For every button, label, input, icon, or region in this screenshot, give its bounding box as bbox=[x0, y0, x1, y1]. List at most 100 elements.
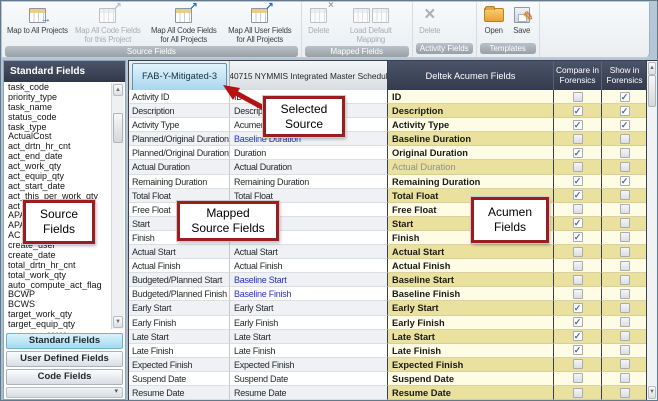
compare-checkbox[interactable]: ✓ bbox=[573, 218, 583, 228]
scroll-down-icon[interactable]: ▼ bbox=[113, 316, 123, 328]
tab-standard-fields[interactable]: Standard Fields bbox=[6, 333, 123, 349]
source-field-item[interactable]: task_name bbox=[5, 103, 111, 113]
compare-checkbox[interactable] bbox=[573, 247, 583, 257]
source-field-item[interactable]: auto_compute_act_flag bbox=[5, 281, 111, 291]
mapping-row[interactable]: Budgeted/Planned FinishBaseline FinishBa… bbox=[129, 287, 647, 301]
show-checkbox[interactable] bbox=[620, 317, 630, 327]
show-checkbox[interactable] bbox=[620, 359, 630, 369]
show-checkbox[interactable] bbox=[620, 162, 630, 172]
compare-checkbox[interactable] bbox=[573, 275, 583, 285]
compare-checkbox[interactable] bbox=[573, 289, 583, 299]
grid-scrollbar[interactable]: ▲ ▼ bbox=[646, 61, 657, 400]
mapping-row[interactable]: Actual StartActual StartActual Start bbox=[129, 245, 647, 259]
compare-checkbox[interactable] bbox=[573, 92, 583, 102]
panel-collapse-bar[interactable]: ▾ bbox=[6, 387, 123, 398]
compare-checkbox[interactable]: ✓ bbox=[573, 190, 583, 200]
mapping-row[interactable]: Late FinishLate FinishLate Finish✓ bbox=[129, 344, 647, 358]
ribbon-group-buttons[interactable]: Open✎Save bbox=[478, 2, 538, 42]
source-field-item[interactable]: act_equip_qty bbox=[5, 172, 111, 182]
mapping-row[interactable]: Actual FinishActual FinishActual Finish bbox=[129, 259, 647, 273]
source-field-item[interactable]: total_work_qty bbox=[5, 271, 111, 281]
tab-user-defined-fields[interactable]: User Defined Fields bbox=[6, 351, 123, 367]
mapping-row[interactable]: DescriptionDescriptionDescription✓✓ bbox=[129, 104, 647, 118]
mapping-row[interactable]: Planned/Original DurationDurationOrigina… bbox=[129, 146, 647, 160]
scrollbar-thumb[interactable] bbox=[113, 113, 123, 143]
map-all-code-fields-for-all-projects-button[interactable]: ↗Map All Code Fields for All Projects bbox=[146, 3, 222, 45]
scroll-up-icon[interactable]: ▲ bbox=[113, 84, 123, 96]
compare-checkbox[interactable]: ✓ bbox=[573, 232, 583, 242]
mapped-column-header[interactable]: 040715 NYMMIS Integrated Master Schedule bbox=[230, 61, 388, 90]
mapping-row[interactable]: Suspend DateSuspend DateSuspend Date bbox=[129, 372, 647, 386]
compare-checkbox[interactable] bbox=[573, 204, 583, 214]
ribbon-group[interactable]: Open✎SaveTemplates bbox=[477, 2, 540, 57]
ribbon-group-buttons[interactable]: ×Delete bbox=[414, 2, 475, 42]
ribbon-group[interactable]: ×DeleteLoad Default MappingMapped Fields bbox=[302, 2, 413, 57]
show-checkbox[interactable]: ✓ bbox=[620, 92, 630, 102]
show-checkbox[interactable]: ✓ bbox=[620, 120, 630, 130]
show-checkbox[interactable]: ✓ bbox=[620, 176, 630, 186]
source-field-item[interactable]: task_type bbox=[5, 123, 111, 133]
compare-checkbox[interactable]: ✓ bbox=[573, 345, 583, 355]
compare-checkbox[interactable]: ✓ bbox=[573, 176, 583, 186]
ribbon-group[interactable]: →Map to All Projects ↗Map All Code Fields… bbox=[2, 2, 302, 57]
show-checkbox[interactable] bbox=[620, 247, 630, 257]
source-field-item[interactable]: total_drtn_hr_cnt bbox=[5, 261, 111, 271]
source-field-item[interactable]: target_work_qty bbox=[5, 310, 111, 320]
source-field-item[interactable]: task_code bbox=[5, 83, 111, 93]
mapping-row[interactable]: Early FinishEarly FinishEarly Finish✓ bbox=[129, 316, 647, 330]
field-list-scrollbar[interactable]: ▲ ▼ bbox=[111, 83, 124, 329]
mapping-row[interactable]: Activity TypeAcumen Activity TypeActivit… bbox=[129, 118, 647, 132]
ribbon-group[interactable]: ×DeleteActivity Fields bbox=[413, 2, 477, 57]
show-checkbox[interactable] bbox=[620, 303, 630, 313]
mapping-row[interactable]: Late StartLate StartLate Start✓ bbox=[129, 330, 647, 344]
save-button[interactable]: ✎Save bbox=[508, 3, 536, 42]
show-checkbox[interactable] bbox=[620, 204, 630, 214]
source-field-item[interactable]: ActualCost bbox=[5, 132, 111, 142]
source-field-item[interactable]: act_end_date bbox=[5, 152, 111, 162]
source-field-item[interactable]: act_start_date bbox=[5, 182, 111, 192]
source-field-item[interactable]: priority_type bbox=[5, 93, 111, 103]
compare-checkbox[interactable]: ✓ bbox=[573, 106, 583, 116]
show-checkbox[interactable] bbox=[620, 275, 630, 285]
source-field-item[interactable]: BCWP bbox=[5, 290, 111, 300]
show-checkbox[interactable] bbox=[620, 289, 630, 299]
compare-checkbox[interactable] bbox=[573, 373, 583, 383]
compare-checkbox[interactable]: ✓ bbox=[573, 331, 583, 341]
show-checkbox[interactable]: ✓ bbox=[620, 106, 630, 116]
mapping-row[interactable]: Expected FinishExpected FinishExpected F… bbox=[129, 358, 647, 372]
mapping-row[interactable]: Activity IDIDID✓ bbox=[129, 90, 647, 104]
show-checkbox[interactable] bbox=[620, 134, 630, 144]
mapping-row[interactable]: Planned/Original DurationBaseline Durati… bbox=[129, 132, 647, 146]
ribbon-group-buttons[interactable]: ×DeleteLoad Default Mapping bbox=[303, 2, 411, 45]
source-field-item[interactable]: status_code bbox=[5, 113, 111, 123]
show-checkbox[interactable] bbox=[620, 148, 630, 158]
compare-checkbox[interactable]: ✓ bbox=[573, 317, 583, 327]
source-field-item[interactable]: act_work_qty bbox=[5, 162, 111, 172]
compare-checkbox[interactable]: ✓ bbox=[573, 303, 583, 313]
compare-checkbox[interactable] bbox=[573, 162, 583, 172]
compare-checkbox[interactable] bbox=[573, 261, 583, 271]
show-checkbox[interactable] bbox=[620, 331, 630, 341]
mapping-row[interactable]: Resume DateResume DateResume Date bbox=[129, 386, 647, 400]
tab-code-fields[interactable]: Code Fields bbox=[6, 369, 123, 385]
mapping-row[interactable]: Actual DurationActual DurationActual Dur… bbox=[129, 160, 647, 174]
open-button[interactable]: Open bbox=[480, 3, 508, 42]
ribbon-group-buttons[interactable]: →Map to All Projects ↗Map All Code Fields… bbox=[3, 2, 300, 45]
show-checkbox[interactable] bbox=[620, 388, 630, 398]
source-field-item[interactable]: create_date bbox=[5, 251, 111, 261]
scroll-up-icon[interactable]: ▲ bbox=[648, 62, 656, 75]
show-checkbox[interactable] bbox=[620, 218, 630, 228]
source-field-item[interactable]: BCWS bbox=[5, 300, 111, 310]
show-checkbox[interactable] bbox=[620, 345, 630, 355]
scroll-down-icon[interactable]: ▼ bbox=[648, 386, 656, 399]
show-checkbox[interactable] bbox=[620, 232, 630, 242]
source-field-item[interactable]: act_drtn_hr_cnt bbox=[5, 142, 111, 152]
compare-checkbox[interactable] bbox=[573, 134, 583, 144]
map-all-user-fields-for-all-projects-button[interactable]: ↗Map All User Fields for All Projects bbox=[222, 3, 298, 45]
compare-checkbox[interactable]: ✓ bbox=[573, 148, 583, 158]
map-to-all-projects-button[interactable]: →Map to All Projects bbox=[5, 3, 70, 45]
show-checkbox[interactable] bbox=[620, 373, 630, 383]
mapping-row[interactable]: Remaining DurationRemaining DurationRema… bbox=[129, 175, 647, 189]
scrollbar-thumb[interactable] bbox=[648, 75, 656, 107]
mapping-row[interactable]: Budgeted/Planned StartBaseline StartBase… bbox=[129, 273, 647, 287]
